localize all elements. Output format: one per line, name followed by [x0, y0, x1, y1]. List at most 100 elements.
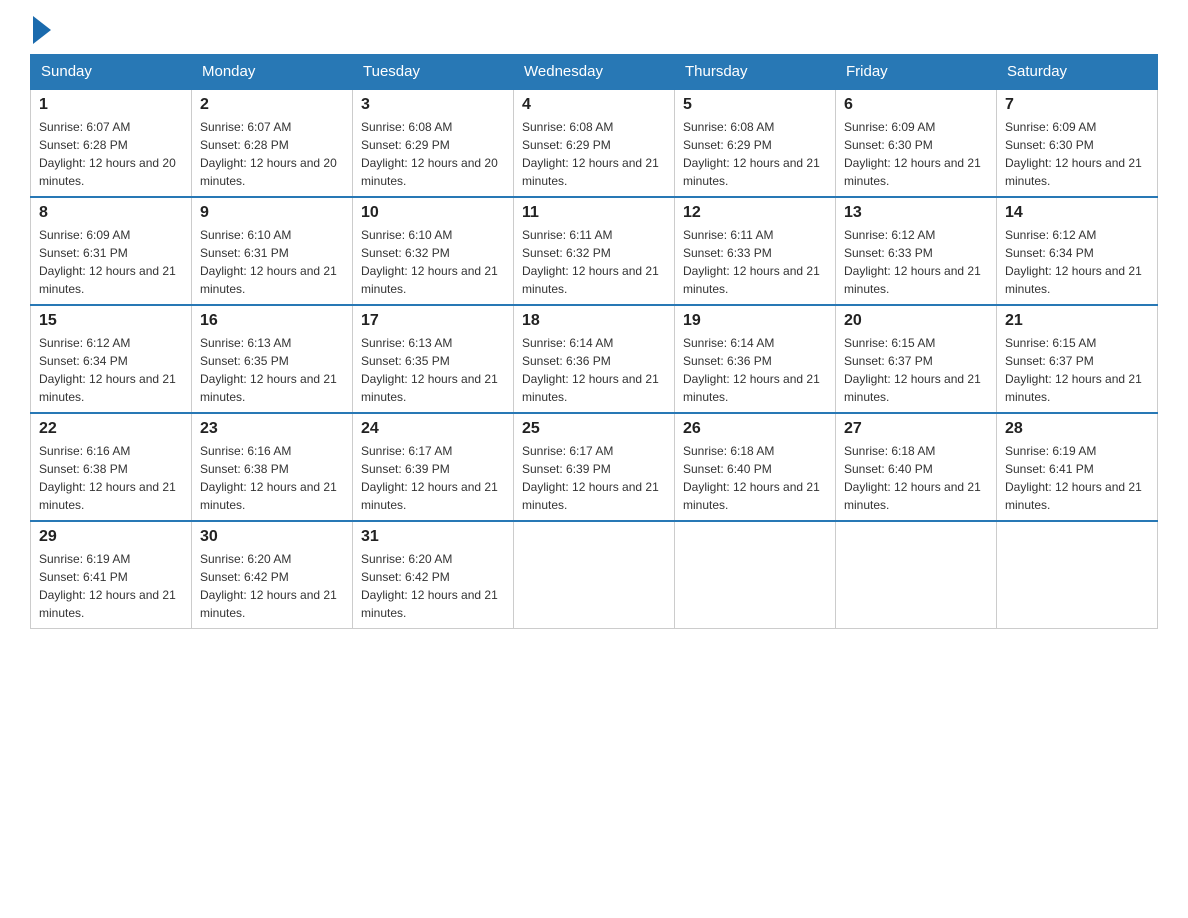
- calendar-cell: 23 Sunrise: 6:16 AMSunset: 6:38 PMDaylig…: [192, 413, 353, 521]
- logo-arrow-icon: [33, 16, 51, 44]
- day-info: Sunrise: 6:15 AMSunset: 6:37 PMDaylight:…: [844, 334, 988, 406]
- calendar-cell: 11 Sunrise: 6:11 AMSunset: 6:32 PMDaylig…: [514, 197, 675, 305]
- calendar-cell: 27 Sunrise: 6:18 AMSunset: 6:40 PMDaylig…: [836, 413, 997, 521]
- calendar-cell: 22 Sunrise: 6:16 AMSunset: 6:38 PMDaylig…: [31, 413, 192, 521]
- calendar-cell: 6 Sunrise: 6:09 AMSunset: 6:30 PMDayligh…: [836, 89, 997, 197]
- day-info: Sunrise: 6:18 AMSunset: 6:40 PMDaylight:…: [683, 442, 827, 514]
- calendar-cell: 20 Sunrise: 6:15 AMSunset: 6:37 PMDaylig…: [836, 305, 997, 413]
- day-number: 2: [200, 96, 344, 114]
- day-number: 16: [200, 312, 344, 330]
- day-info: Sunrise: 6:20 AMSunset: 6:42 PMDaylight:…: [200, 550, 344, 622]
- calendar-cell: 1 Sunrise: 6:07 AMSunset: 6:28 PMDayligh…: [31, 89, 192, 197]
- day-number: 28: [1005, 420, 1149, 438]
- calendar-cell: [514, 521, 675, 629]
- day-number: 3: [361, 96, 505, 114]
- day-info: Sunrise: 6:10 AMSunset: 6:32 PMDaylight:…: [361, 226, 505, 298]
- header-wednesday: Wednesday: [514, 55, 675, 90]
- day-number: 24: [361, 420, 505, 438]
- day-number: 25: [522, 420, 666, 438]
- day-number: 5: [683, 96, 827, 114]
- day-info: Sunrise: 6:16 AMSunset: 6:38 PMDaylight:…: [200, 442, 344, 514]
- calendar-cell: 7 Sunrise: 6:09 AMSunset: 6:30 PMDayligh…: [997, 89, 1158, 197]
- calendar-cell: 14 Sunrise: 6:12 AMSunset: 6:34 PMDaylig…: [997, 197, 1158, 305]
- day-number: 13: [844, 204, 988, 222]
- day-info: Sunrise: 6:08 AMSunset: 6:29 PMDaylight:…: [683, 118, 827, 190]
- day-info: Sunrise: 6:18 AMSunset: 6:40 PMDaylight:…: [844, 442, 988, 514]
- calendar-cell: 17 Sunrise: 6:13 AMSunset: 6:35 PMDaylig…: [353, 305, 514, 413]
- calendar-cell: [836, 521, 997, 629]
- calendar-cell: 3 Sunrise: 6:08 AMSunset: 6:29 PMDayligh…: [353, 89, 514, 197]
- calendar-cell: 21 Sunrise: 6:15 AMSunset: 6:37 PMDaylig…: [997, 305, 1158, 413]
- calendar-cell: 10 Sunrise: 6:10 AMSunset: 6:32 PMDaylig…: [353, 197, 514, 305]
- calendar-cell: 28 Sunrise: 6:19 AMSunset: 6:41 PMDaylig…: [997, 413, 1158, 521]
- calendar-cell: 16 Sunrise: 6:13 AMSunset: 6:35 PMDaylig…: [192, 305, 353, 413]
- calendar-cell: 26 Sunrise: 6:18 AMSunset: 6:40 PMDaylig…: [675, 413, 836, 521]
- week-row-3: 15 Sunrise: 6:12 AMSunset: 6:34 PMDaylig…: [31, 305, 1158, 413]
- day-info: Sunrise: 6:07 AMSunset: 6:28 PMDaylight:…: [200, 118, 344, 190]
- day-number: 4: [522, 96, 666, 114]
- week-row-4: 22 Sunrise: 6:16 AMSunset: 6:38 PMDaylig…: [31, 413, 1158, 521]
- calendar-cell: 25 Sunrise: 6:17 AMSunset: 6:39 PMDaylig…: [514, 413, 675, 521]
- header-friday: Friday: [836, 55, 997, 90]
- calendar-cell: [675, 521, 836, 629]
- calendar-cell: 18 Sunrise: 6:14 AMSunset: 6:36 PMDaylig…: [514, 305, 675, 413]
- day-info: Sunrise: 6:15 AMSunset: 6:37 PMDaylight:…: [1005, 334, 1149, 406]
- day-info: Sunrise: 6:19 AMSunset: 6:41 PMDaylight:…: [39, 550, 183, 622]
- calendar-cell: 2 Sunrise: 6:07 AMSunset: 6:28 PMDayligh…: [192, 89, 353, 197]
- page-header: [30, 20, 1158, 44]
- day-info: Sunrise: 6:10 AMSunset: 6:31 PMDaylight:…: [200, 226, 344, 298]
- day-info: Sunrise: 6:17 AMSunset: 6:39 PMDaylight:…: [522, 442, 666, 514]
- day-info: Sunrise: 6:13 AMSunset: 6:35 PMDaylight:…: [200, 334, 344, 406]
- calendar-cell: 19 Sunrise: 6:14 AMSunset: 6:36 PMDaylig…: [675, 305, 836, 413]
- day-info: Sunrise: 6:11 AMSunset: 6:32 PMDaylight:…: [522, 226, 666, 298]
- day-info: Sunrise: 6:09 AMSunset: 6:30 PMDaylight:…: [844, 118, 988, 190]
- day-number: 6: [844, 96, 988, 114]
- calendar-cell: 8 Sunrise: 6:09 AMSunset: 6:31 PMDayligh…: [31, 197, 192, 305]
- calendar-cell: 24 Sunrise: 6:17 AMSunset: 6:39 PMDaylig…: [353, 413, 514, 521]
- day-info: Sunrise: 6:12 AMSunset: 6:34 PMDaylight:…: [1005, 226, 1149, 298]
- day-info: Sunrise: 6:11 AMSunset: 6:33 PMDaylight:…: [683, 226, 827, 298]
- calendar-cell: 15 Sunrise: 6:12 AMSunset: 6:34 PMDaylig…: [31, 305, 192, 413]
- day-number: 15: [39, 312, 183, 330]
- day-info: Sunrise: 6:12 AMSunset: 6:33 PMDaylight:…: [844, 226, 988, 298]
- day-number: 9: [200, 204, 344, 222]
- day-info: Sunrise: 6:17 AMSunset: 6:39 PMDaylight:…: [361, 442, 505, 514]
- day-info: Sunrise: 6:20 AMSunset: 6:42 PMDaylight:…: [361, 550, 505, 622]
- day-number: 14: [1005, 204, 1149, 222]
- day-info: Sunrise: 6:19 AMSunset: 6:41 PMDaylight:…: [1005, 442, 1149, 514]
- day-info: Sunrise: 6:07 AMSunset: 6:28 PMDaylight:…: [39, 118, 183, 190]
- header-monday: Monday: [192, 55, 353, 90]
- header-saturday: Saturday: [997, 55, 1158, 90]
- day-number: 12: [683, 204, 827, 222]
- day-number: 21: [1005, 312, 1149, 330]
- day-number: 11: [522, 204, 666, 222]
- day-info: Sunrise: 6:08 AMSunset: 6:29 PMDaylight:…: [522, 118, 666, 190]
- header-sunday: Sunday: [31, 55, 192, 90]
- calendar-table: SundayMondayTuesdayWednesdayThursdayFrid…: [30, 54, 1158, 629]
- header-thursday: Thursday: [675, 55, 836, 90]
- day-info: Sunrise: 6:13 AMSunset: 6:35 PMDaylight:…: [361, 334, 505, 406]
- calendar-cell: 5 Sunrise: 6:08 AMSunset: 6:29 PMDayligh…: [675, 89, 836, 197]
- day-number: 7: [1005, 96, 1149, 114]
- weekday-header-row: SundayMondayTuesdayWednesdayThursdayFrid…: [31, 55, 1158, 90]
- day-number: 27: [844, 420, 988, 438]
- day-number: 30: [200, 528, 344, 546]
- day-number: 31: [361, 528, 505, 546]
- day-number: 8: [39, 204, 183, 222]
- day-number: 26: [683, 420, 827, 438]
- header-tuesday: Tuesday: [353, 55, 514, 90]
- calendar-cell: 4 Sunrise: 6:08 AMSunset: 6:29 PMDayligh…: [514, 89, 675, 197]
- day-info: Sunrise: 6:14 AMSunset: 6:36 PMDaylight:…: [522, 334, 666, 406]
- calendar-cell: 29 Sunrise: 6:19 AMSunset: 6:41 PMDaylig…: [31, 521, 192, 629]
- day-number: 29: [39, 528, 183, 546]
- calendar-cell: 9 Sunrise: 6:10 AMSunset: 6:31 PMDayligh…: [192, 197, 353, 305]
- calendar-cell: 31 Sunrise: 6:20 AMSunset: 6:42 PMDaylig…: [353, 521, 514, 629]
- day-number: 17: [361, 312, 505, 330]
- day-info: Sunrise: 6:09 AMSunset: 6:30 PMDaylight:…: [1005, 118, 1149, 190]
- day-number: 1: [39, 96, 183, 114]
- calendar-cell: 30 Sunrise: 6:20 AMSunset: 6:42 PMDaylig…: [192, 521, 353, 629]
- day-info: Sunrise: 6:14 AMSunset: 6:36 PMDaylight:…: [683, 334, 827, 406]
- day-number: 22: [39, 420, 183, 438]
- day-number: 20: [844, 312, 988, 330]
- calendar-cell: [997, 521, 1158, 629]
